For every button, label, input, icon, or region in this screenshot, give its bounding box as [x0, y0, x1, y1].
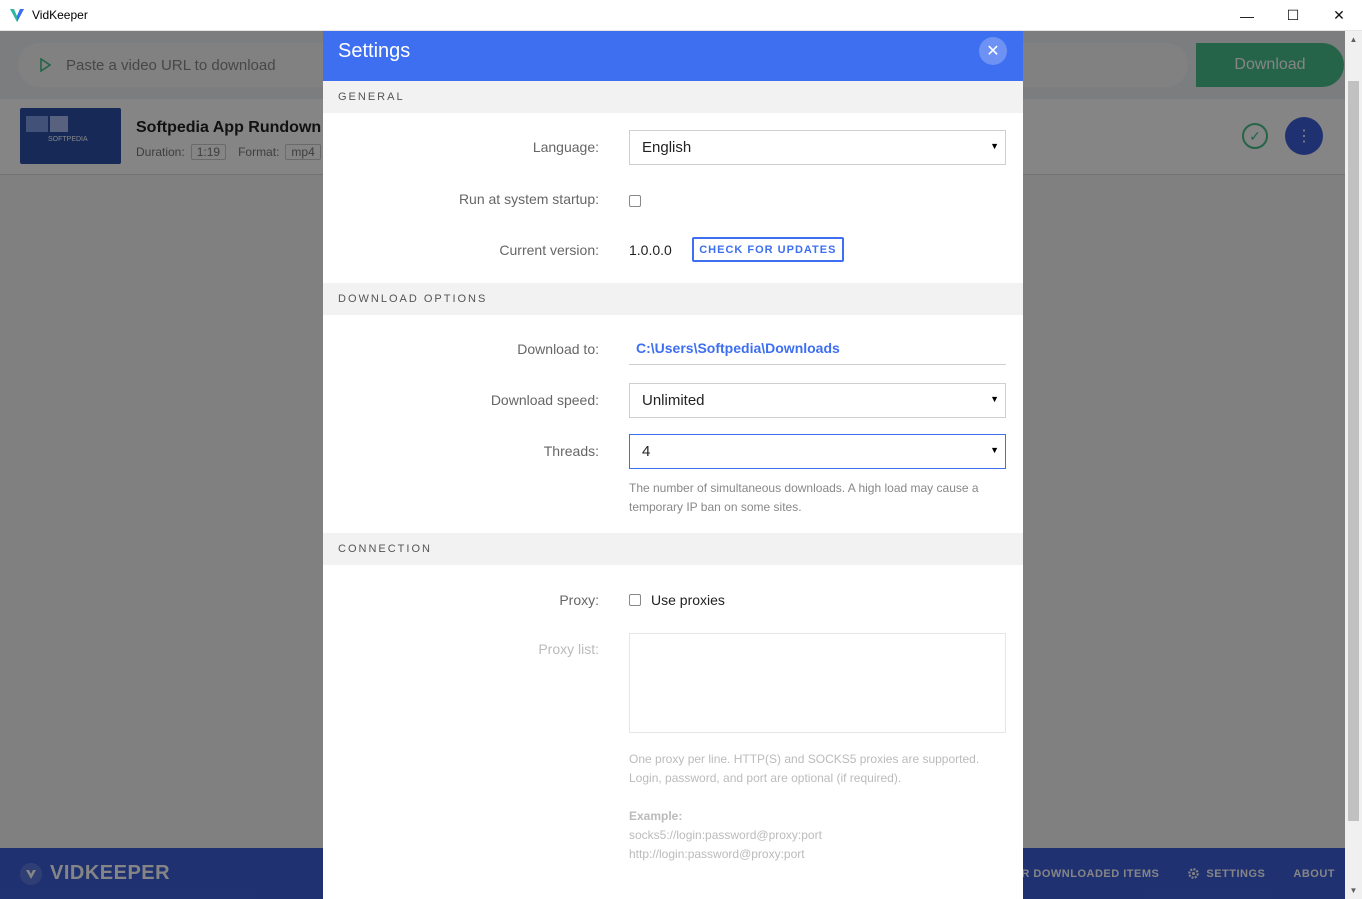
- download-path-field[interactable]: C:\Users\Softpedia\Downloads: [629, 332, 1006, 365]
- proxy-hint: One proxy per line. HTTP(S) and SOCKS5 p…: [629, 752, 980, 785]
- startup-row: Run at system startup:: [323, 190, 1023, 210]
- version-value: 1.0.0.0: [629, 241, 672, 258]
- scroll-down-arrow-icon[interactable]: ▼: [1345, 882, 1362, 899]
- threads-hint-row: The number of simultaneous downloads. A …: [323, 479, 1023, 519]
- window-scrollbar[interactable]: ▲ ▼: [1345, 31, 1362, 899]
- threads-label: Threads:: [543, 443, 599, 459]
- startup-control: [629, 194, 641, 212]
- example-socks5: socks5://login:password@proxy:port: [629, 828, 822, 842]
- window-title: VidKeeper: [32, 8, 88, 22]
- proxy-label: Proxy:: [559, 592, 599, 608]
- settings-header: Settings ✕: [323, 31, 1023, 81]
- language-label: Language:: [532, 139, 599, 155]
- section-connection: CONNECTION: [323, 533, 1023, 565]
- close-settings-button[interactable]: ✕: [979, 37, 1007, 65]
- close-window-button[interactable]: ✕: [1316, 0, 1362, 31]
- threads-select[interactable]: 4 ▼: [629, 434, 1006, 469]
- version-control: 1.0.0.0 CHECK FOR UPDATES: [629, 237, 844, 262]
- threads-hint: The number of simultaneous downloads. A …: [629, 481, 979, 514]
- use-proxies-control[interactable]: Use proxies: [629, 592, 725, 608]
- window-titlebar: VidKeeper — ☐ ✕: [0, 0, 1362, 31]
- section-download-options: DOWNLOAD OPTIONS: [323, 283, 1023, 315]
- example-label: Example:: [629, 809, 683, 823]
- maximize-button[interactable]: ☐: [1270, 0, 1316, 31]
- settings-dialog: Settings ✕ GENERAL Language: English ▼ R…: [323, 31, 1023, 899]
- vidkeeper-logo-icon: [10, 9, 24, 22]
- language-select[interactable]: English ▼: [629, 130, 1006, 165]
- proxy-list-row: Proxy list:: [323, 633, 1023, 733]
- minimize-button[interactable]: —: [1224, 0, 1270, 31]
- threads-row: Threads: 4 ▼: [323, 434, 1023, 469]
- example-http: http://login:password@proxy:port: [629, 847, 805, 861]
- download-to-label: Download to:: [517, 341, 599, 357]
- check-updates-button[interactable]: CHECK FOR UPDATES: [691, 237, 844, 262]
- language-value: English: [642, 139, 692, 156]
- version-label: Current version:: [499, 242, 599, 258]
- speed-value: Unlimited: [642, 392, 705, 409]
- proxy-row: Proxy: Use proxies: [323, 590, 1023, 612]
- startup-label: Run at system startup:: [458, 191, 599, 207]
- scroll-up-arrow-icon[interactable]: ▲: [1345, 31, 1362, 48]
- close-icon: ✕: [986, 43, 1000, 60]
- download-to-row: Download to: C:\Users\Softpedia\Download…: [323, 332, 1023, 366]
- speed-label: Download speed:: [490, 392, 599, 408]
- startup-checkbox[interactable]: [629, 195, 641, 207]
- proxy-list-label: Proxy list:: [538, 641, 599, 657]
- language-row: Language: English ▼: [323, 130, 1023, 165]
- scrollbar-thumb[interactable]: [1348, 81, 1359, 821]
- threads-value: 4: [642, 443, 651, 460]
- chevron-down-icon: ▼: [990, 445, 999, 455]
- speed-row: Download speed: Unlimited ▼: [323, 383, 1023, 418]
- chevron-down-icon: ▼: [990, 394, 999, 404]
- version-row: Current version: 1.0.0.0 CHECK FOR UPDAT…: [323, 237, 1023, 263]
- proxy-list-textarea[interactable]: [629, 633, 1006, 733]
- proxy-hint-block: One proxy per line. HTTP(S) and SOCKS5 p…: [629, 750, 1009, 864]
- proxy-hint-row: One proxy per line. HTTP(S) and SOCKS5 p…: [323, 750, 1023, 880]
- section-general: GENERAL: [323, 81, 1023, 113]
- settings-title: Settings: [338, 40, 411, 62]
- use-proxies-checkbox[interactable]: [629, 594, 641, 606]
- chevron-down-icon: ▼: [990, 141, 999, 151]
- speed-select[interactable]: Unlimited ▼: [629, 383, 1006, 418]
- use-proxies-label[interactable]: Use proxies: [651, 592, 725, 608]
